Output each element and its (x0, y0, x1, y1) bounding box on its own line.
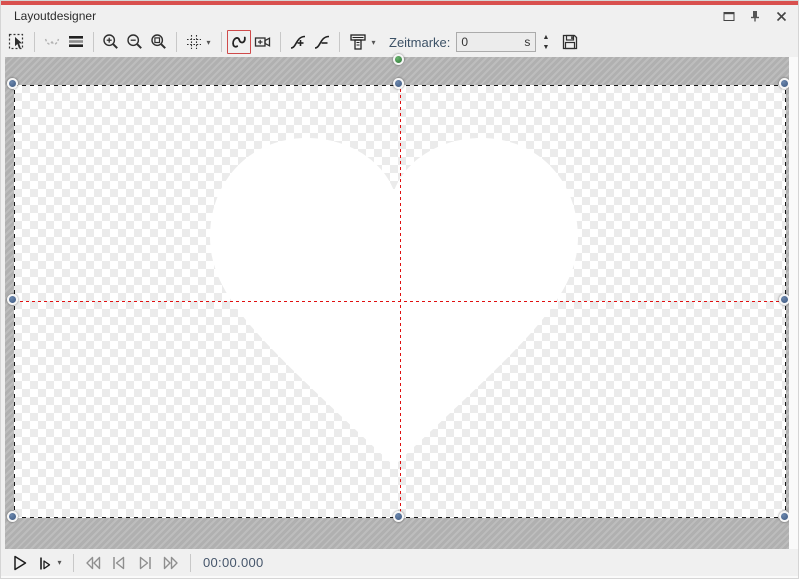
maximize-button[interactable] (720, 8, 738, 24)
toolbar-separator (280, 32, 281, 52)
text-track-icon (348, 32, 368, 52)
save-button[interactable] (558, 30, 582, 54)
select-marquee-button[interactable] (5, 30, 29, 54)
maximize-icon (723, 11, 735, 22)
rotation-handle[interactable] (393, 54, 404, 65)
zeitmarke-field: s (456, 32, 536, 52)
camera-pan-button[interactable] (251, 30, 275, 54)
grid-icon (185, 33, 203, 51)
toolbar-separator (176, 32, 177, 52)
play-button[interactable] (7, 552, 33, 574)
toolbar-separator (34, 32, 35, 52)
transport-separator (190, 554, 191, 572)
play-from-timemark-icon (36, 554, 54, 572)
zoom-fit-icon (149, 32, 169, 52)
zoom-fit-button[interactable] (147, 30, 171, 54)
zoom-out-icon (125, 32, 145, 52)
zoom-in-icon (101, 32, 121, 52)
toolbar-separator (221, 32, 222, 52)
panel-title: Layoutdesigner (14, 9, 96, 23)
zeitmarke-spinner: ▲ ▼ (539, 32, 552, 52)
resize-handle-top-left[interactable] (7, 78, 18, 89)
window-controls (720, 8, 790, 24)
layers-icon (66, 32, 86, 52)
motion-path-curve-button[interactable] (227, 30, 251, 54)
layout-canvas[interactable] (14, 85, 786, 518)
remove-keyframe-icon (312, 32, 332, 52)
zoom-out-button[interactable] (123, 30, 147, 54)
toolbar-separator (339, 32, 340, 52)
play-icon (10, 553, 30, 573)
resize-handle-bottom-center[interactable] (393, 511, 404, 522)
zeitmarke-unit: s (524, 35, 535, 49)
rewind-button[interactable] (80, 552, 106, 574)
add-keyframe-icon (288, 32, 308, 52)
zoom-in-button[interactable] (99, 30, 123, 54)
resize-handle-middle-left[interactable] (7, 294, 18, 305)
camera-pan-icon (253, 32, 273, 52)
chevron-down-icon: ▾ (55, 558, 64, 567)
remove-keyframe-button[interactable] (310, 30, 334, 54)
zeitmarke-input[interactable] (457, 35, 524, 49)
layout-viewport[interactable] (5, 57, 791, 549)
resize-handle-top-center[interactable] (393, 78, 404, 89)
spinner-up-button[interactable]: ▲ (539, 32, 552, 42)
designer-toolbar: ▾ ▾ Zeitmarke: s ▲ ▼ (1, 27, 798, 57)
select-marquee-icon (7, 32, 27, 52)
text-track-dropdown-button[interactable]: ▾ (345, 30, 381, 54)
spinner-down-button[interactable]: ▼ (539, 42, 552, 52)
play-from-timemark-button[interactable]: ▾ (33, 552, 67, 574)
rewind-icon (83, 553, 103, 573)
close-icon (776, 11, 787, 22)
resize-handle-bottom-left[interactable] (7, 511, 18, 522)
save-floppy-icon (560, 32, 580, 52)
fast-forward-icon (161, 553, 181, 573)
smooth-curve-icon (42, 32, 62, 52)
add-keyframe-button[interactable] (286, 30, 310, 54)
pin-icon (749, 10, 761, 22)
transport-time: 00:00.000 (203, 555, 264, 570)
chevron-down-icon: ▾ (204, 38, 213, 47)
toolbar-separator (93, 32, 94, 52)
grid-dropdown-button[interactable]: ▾ (182, 30, 216, 54)
smooth-curve-button[interactable] (40, 30, 64, 54)
titlebar: Layoutdesigner (1, 5, 798, 27)
resize-handle-middle-right[interactable] (779, 294, 790, 305)
layers-button[interactable] (64, 30, 88, 54)
heart-shape-object[interactable] (204, 136, 584, 468)
transport-separator (73, 554, 74, 572)
skip-to-end-icon (135, 553, 155, 573)
chevron-down-icon: ▾ (369, 38, 378, 47)
center-crosshair-vertical (400, 85, 401, 518)
zeitmarke-label: Zeitmarke: (389, 35, 450, 50)
resize-handle-bottom-right[interactable] (779, 511, 790, 522)
layoutdesigner-window: Layoutdesigner (0, 0, 799, 579)
transport-bar: ▾ 00:00.000 (1, 549, 798, 576)
fast-forward-button[interactable] (158, 552, 184, 574)
window-edge-strip-right (789, 57, 798, 549)
skip-to-start-button[interactable] (106, 552, 132, 574)
resize-handle-top-right[interactable] (779, 78, 790, 89)
skip-to-start-icon (109, 553, 129, 573)
skip-to-end-button[interactable] (132, 552, 158, 574)
close-button[interactable] (772, 8, 790, 24)
motion-path-curve-icon (229, 32, 249, 52)
pin-button[interactable] (746, 8, 764, 24)
